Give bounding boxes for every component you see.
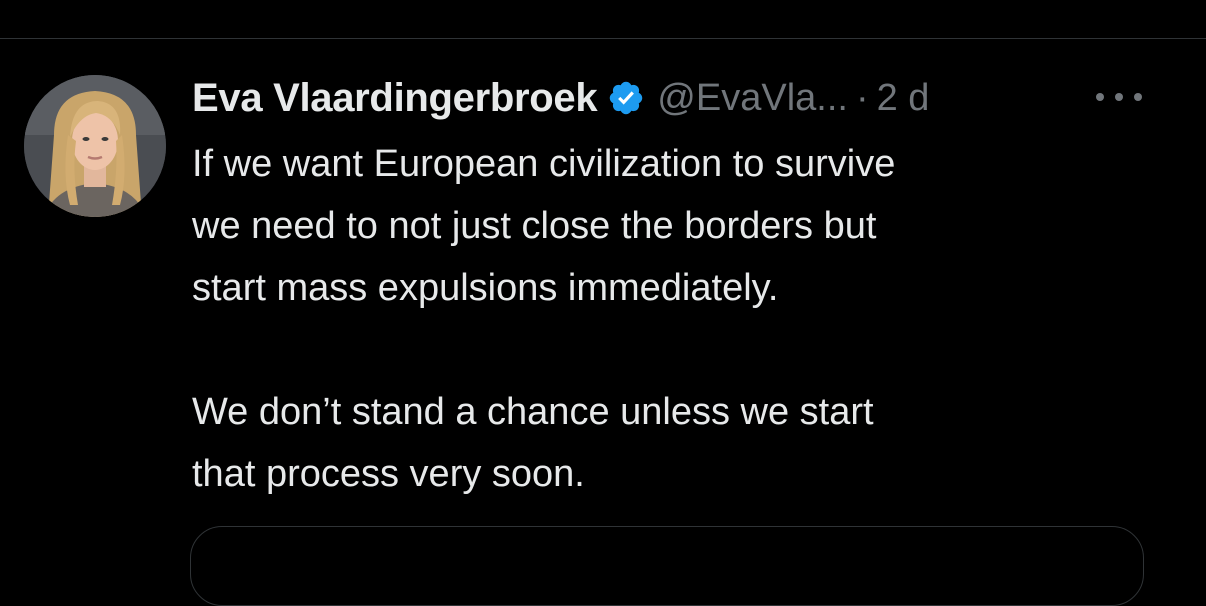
timestamp[interactable]: 2 d <box>877 77 930 120</box>
author-display-name[interactable]: Eva Vlaardingerbroek <box>192 76 598 121</box>
tweet-line: start mass expulsions immediately. <box>192 267 779 309</box>
avatar-image <box>24 75 166 217</box>
tweet-text: If we want European civilization to surv… <box>192 133 1152 505</box>
more-dot <box>1134 93 1142 101</box>
verified-badge-icon[interactable] <box>607 79 645 117</box>
tweet-line: We don’t stand a chance unless we start <box>192 391 874 433</box>
tweet-paragraph-1: If we want European civilization to surv… <box>192 133 1152 319</box>
tweet-line: If we want European civilization to surv… <box>192 143 896 185</box>
author-handle[interactable]: @EvaVla... <box>657 77 848 120</box>
more-options-icon[interactable] <box>1096 82 1142 112</box>
tweet-line: we need to not just close the borders bu… <box>192 205 877 247</box>
avatar[interactable] <box>24 75 166 217</box>
more-dot <box>1115 93 1123 101</box>
quoted-media-card[interactable] <box>190 526 1144 606</box>
tweet-paragraph-2: We don’t stand a chance unless we start … <box>192 381 1152 505</box>
more-dot <box>1096 93 1104 101</box>
tweet-header: Eva Vlaardingerbroek @EvaVla... · 2 d <box>192 73 929 123</box>
separator-dot: · <box>855 76 869 119</box>
tweet-line: that process very soon. <box>192 453 585 495</box>
top-divider <box>0 38 1206 39</box>
